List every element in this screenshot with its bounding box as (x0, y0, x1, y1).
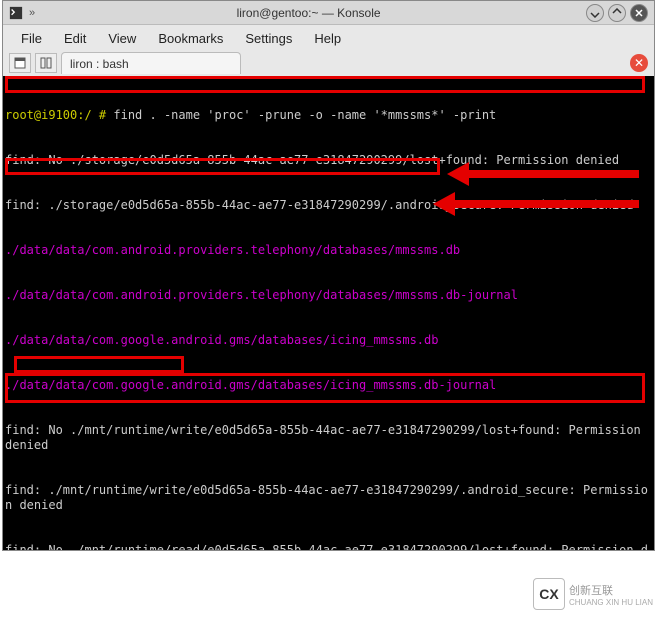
term-line: find: No ./mnt/runtime/write/e0d5d65a-85… (5, 423, 652, 453)
maximize-button[interactable] (608, 4, 626, 22)
app-window: » liron@gentoo:~ — Konsole File Edit Vie… (2, 0, 655, 551)
close-icon (634, 8, 644, 18)
new-tab-icon (14, 57, 26, 69)
term-line: find: ./mnt/runtime/write/e0d5d65a-855b-… (5, 483, 652, 513)
watermark: CX 创新互联 CHUANG XIN HU LIAN (533, 578, 653, 610)
menu-view[interactable]: View (98, 29, 146, 48)
menu-bookmarks[interactable]: Bookmarks (148, 29, 233, 48)
menu-help[interactable]: Help (304, 29, 351, 48)
menu-file[interactable]: File (11, 29, 52, 48)
menu-edit[interactable]: Edit (54, 29, 96, 48)
menu-settings[interactable]: Settings (235, 29, 302, 48)
watermark-brand-py: CHUANG XIN HU LIAN (569, 598, 653, 607)
watermark-brand-cn: 创新互联 (569, 582, 653, 598)
close-x-icon: ✕ (634, 56, 644, 70)
split-view-button[interactable] (35, 53, 57, 73)
tab-bar: liron : bash ✕ (3, 52, 654, 76)
close-tab-badge[interactable]: ✕ (630, 54, 648, 72)
minimize-icon (590, 8, 600, 18)
term-line: ./data/data/com.google.android.gms/datab… (5, 378, 652, 393)
term-line-cmd-find: root@i9100:/ # find . -name 'proc' -prun… (5, 108, 652, 123)
annotation-box-find-command (5, 76, 645, 93)
term-line-mmssms-path: ./data/data/com.android.providers.teleph… (5, 243, 652, 258)
new-tab-button[interactable] (9, 53, 31, 73)
tab-liron-bash[interactable]: liron : bash (61, 52, 241, 74)
window-title: liron@gentoo:~ — Konsole (35, 6, 582, 20)
watermark-badge: CX (533, 578, 565, 610)
split-icon (40, 57, 52, 69)
terminal-app-icon (9, 6, 23, 20)
close-window-button[interactable] (630, 4, 648, 22)
term-line: find: ./storage/e0d5d65a-855b-44ac-ae77-… (5, 198, 652, 213)
titlebar: » liron@gentoo:~ — Konsole (3, 1, 654, 25)
term-line: find: No ./storage/e0d5d65a-855b-44ac-ae… (5, 153, 652, 168)
term-line: ./data/data/com.google.android.gms/datab… (5, 333, 652, 348)
term-line: find: No ./mnt/runtime/read/e0d5d65a-855… (5, 543, 652, 550)
maximize-icon (612, 8, 622, 18)
minimize-button[interactable] (586, 4, 604, 22)
tab-label: liron : bash (70, 57, 129, 71)
terminal-viewport[interactable]: root@i9100:/ # find . -name 'proc' -prun… (3, 76, 654, 550)
annotation-box-exit (14, 356, 184, 373)
term-line: ./data/data/com.android.providers.teleph… (5, 288, 652, 303)
menubar: File Edit View Bookmarks Settings Help (3, 25, 654, 52)
